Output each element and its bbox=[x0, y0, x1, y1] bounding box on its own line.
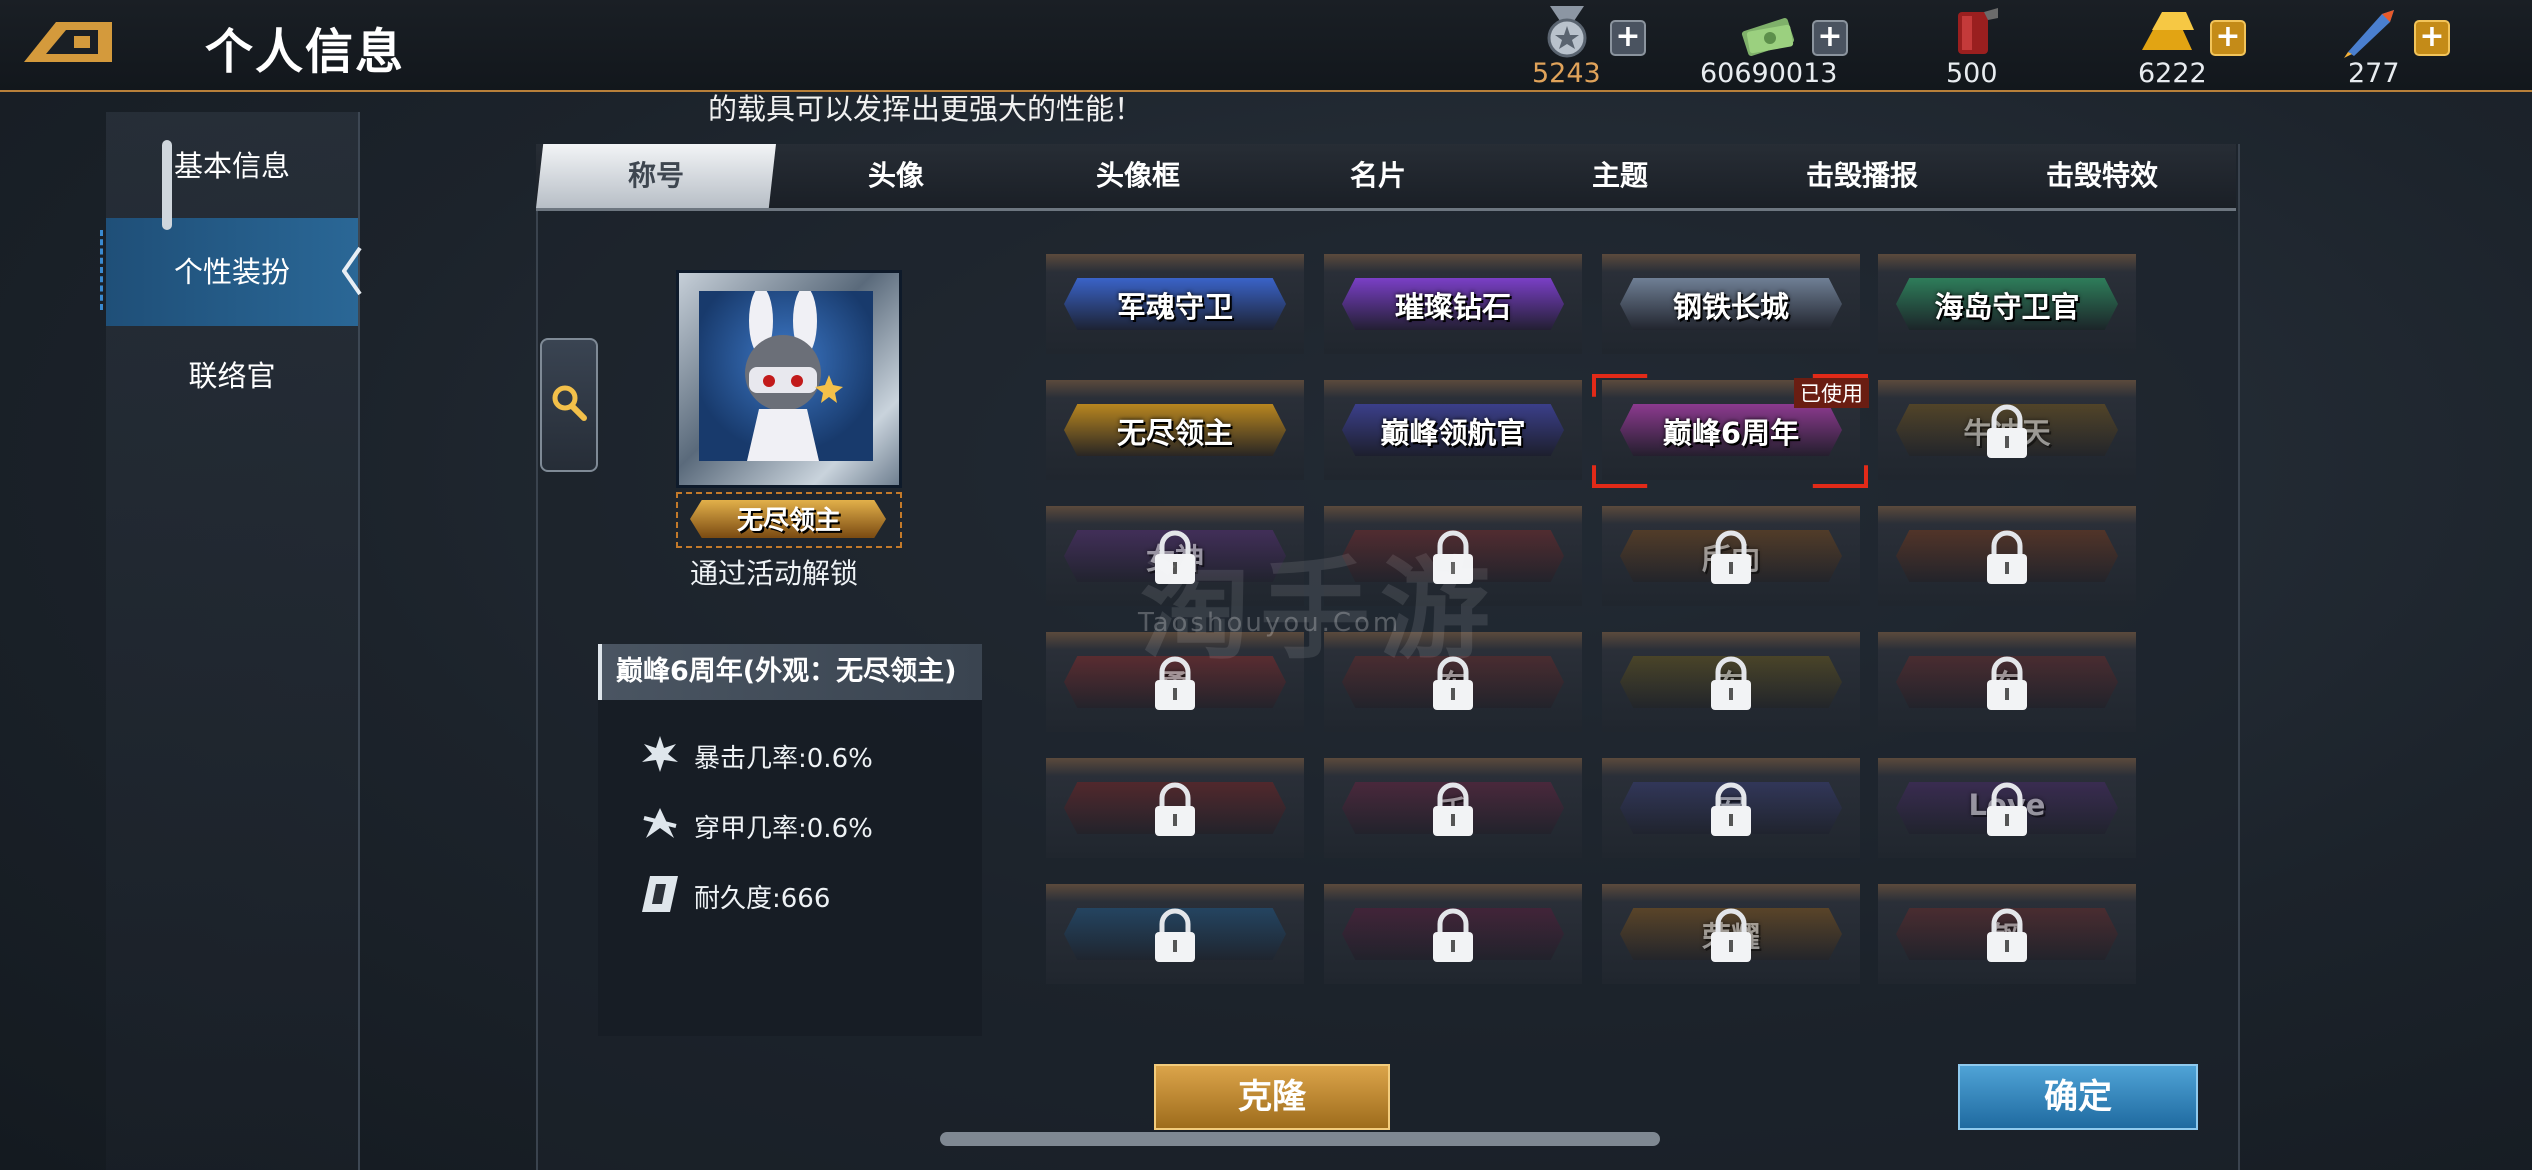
lock-icon bbox=[1987, 782, 2027, 836]
tab-name-card[interactable]: 名片 bbox=[1258, 144, 1498, 208]
sidebar-active-arrow-icon bbox=[342, 246, 362, 296]
stat-pierce-text: 穿甲几率:0.6% bbox=[694, 814, 873, 844]
title-cell[interactable] bbox=[1878, 506, 2136, 606]
sidebar-scrollbar[interactable] bbox=[162, 140, 172, 230]
lock-icon bbox=[1155, 782, 1195, 836]
horizontal-scrollbar[interactable] bbox=[940, 1132, 1660, 1146]
lock-icon bbox=[1433, 908, 1473, 962]
magnifier-icon bbox=[552, 385, 587, 421]
lock-icon bbox=[1711, 656, 1751, 710]
watermark: 淘手游 bbox=[1140, 546, 1500, 674]
lock-icon bbox=[1987, 656, 2027, 710]
stat-crit-text: 暴击几率:0.6% bbox=[694, 744, 873, 774]
tab-avatar[interactable]: 头像 bbox=[776, 144, 1016, 208]
gold-plus-button[interactable]: + bbox=[2210, 20, 2246, 56]
fuel-value: 500 bbox=[1946, 58, 1998, 89]
used-label: 已使用 bbox=[1794, 378, 1869, 408]
scrolling-notice: 的载具可以发挥出更强大的性能！ bbox=[708, 92, 1144, 126]
sidebar: 基本信息 个性装扮 联络官 bbox=[106, 112, 360, 1170]
confirm-button[interactable]: 确定 bbox=[1958, 1064, 2198, 1130]
back-icon[interactable] bbox=[16, 14, 116, 70]
selected-title-badge: 无尽领主 bbox=[676, 492, 902, 548]
rocket-value: 277 bbox=[2348, 58, 2400, 89]
badge-text: 无尽领主 bbox=[736, 506, 841, 536]
title-cell[interactable] bbox=[1046, 758, 1304, 858]
lock-icon bbox=[1987, 530, 2027, 584]
title-text: 无尽领主 bbox=[1116, 416, 1233, 450]
pierce-icon bbox=[643, 808, 677, 838]
stat-durability-text: 耐久度:666 bbox=[694, 884, 831, 914]
title-text: 璀璨钻石 bbox=[1394, 290, 1511, 324]
avatar bbox=[699, 287, 873, 461]
title-cell[interactable] bbox=[1046, 884, 1304, 984]
medal-plus-button[interactable]: + bbox=[1610, 20, 1646, 56]
lock-icon bbox=[1155, 908, 1195, 962]
title-cell[interactable]: 钢 bbox=[1878, 884, 2136, 984]
top-bar: 个人信息 + 5243 + 60690013 500 + 6222 + 277 bbox=[0, 0, 2532, 92]
clone-button[interactable]: 克隆 bbox=[1154, 1064, 1390, 1130]
cash-icon bbox=[1741, 18, 1795, 56]
tab-kill-broadcast[interactable]: 击毁播报 bbox=[1742, 144, 1982, 208]
sidebar-item-liaison[interactable]: 联络官 bbox=[106, 322, 358, 430]
cash-plus-button[interactable]: + bbox=[1812, 20, 1848, 56]
gold-value: 6222 bbox=[2138, 58, 2207, 89]
watermark-sub: Taoshouyou.Com bbox=[1138, 608, 1402, 638]
sidebar-item-basic-info[interactable]: 基本信息 bbox=[106, 112, 358, 220]
sidebar-item-personalization[interactable]: 个性装扮 bbox=[106, 218, 358, 326]
sidebar-selection-line bbox=[100, 230, 107, 310]
lock-icon bbox=[1711, 530, 1751, 584]
title-cell[interactable]: 千 bbox=[1324, 758, 1582, 858]
title-text: 钢铁长城 bbox=[1672, 290, 1789, 324]
crit-icon bbox=[642, 736, 678, 772]
title-cell[interactable]: 所向 bbox=[1602, 506, 1860, 606]
stat-title: 巅峰6周年(外观：无尽领主) bbox=[598, 644, 982, 700]
gold-bar-icon bbox=[2142, 12, 2194, 50]
title-cell[interactable] bbox=[1324, 884, 1582, 984]
title-cell[interactable]: 无尽领主 bbox=[1046, 380, 1304, 480]
lock-icon bbox=[1711, 782, 1751, 836]
durability-icon bbox=[642, 876, 678, 912]
lock-icon bbox=[1987, 908, 2027, 962]
title-cell[interactable]: Love bbox=[1878, 758, 2136, 858]
title-text: 巅峰领航官 bbox=[1380, 416, 1526, 450]
title-cell[interactable]: 牛冲天 bbox=[1878, 380, 2136, 480]
rocket-plus-button[interactable]: + bbox=[2414, 20, 2450, 56]
title-cell[interactable]: 钢铁长城 bbox=[1602, 254, 1860, 354]
title-cell[interactable]: 璀璨钻石 bbox=[1324, 254, 1582, 354]
medal-icon bbox=[1547, 6, 1587, 58]
lock-icon bbox=[1433, 782, 1473, 836]
cash-value: 60690013 bbox=[1700, 58, 1838, 89]
rabbit-soldier-icon bbox=[745, 287, 843, 461]
fuel-can-icon bbox=[1958, 8, 1998, 54]
search-button[interactable] bbox=[540, 338, 598, 472]
title-cell[interactable]: 海岛守卫官 bbox=[1878, 254, 2136, 354]
unlock-method-text: 通过活动解锁 bbox=[690, 557, 859, 590]
lock-icon bbox=[1987, 404, 2027, 458]
title-text: 海岛守卫官 bbox=[1934, 290, 2080, 324]
medal-value: 5243 bbox=[1532, 58, 1601, 89]
title-cell[interactable]: 军魂守卫 bbox=[1046, 254, 1304, 354]
title-cell[interactable]: 巅峰领航官 bbox=[1324, 380, 1582, 480]
title-cell[interactable]: 东 bbox=[1878, 632, 2136, 732]
tab-bar: 称号 头像 头像框 名片 主题 击毁播报 击毁特效 bbox=[536, 144, 2236, 211]
tab-avatar-frame[interactable]: 头像框 bbox=[1018, 144, 1258, 208]
tab-title[interactable]: 称号 bbox=[536, 144, 776, 208]
avatar-frame bbox=[676, 270, 902, 488]
lock-icon bbox=[1711, 908, 1751, 962]
tab-theme[interactable]: 主题 bbox=[1500, 144, 1740, 208]
page-title: 个人信息 bbox=[205, 24, 406, 80]
title-cell[interactable]: 荣耀 bbox=[1602, 884, 1860, 984]
tab-kill-effect[interactable]: 击毁特效 bbox=[1982, 144, 2222, 208]
rocket-icon bbox=[2344, 10, 2394, 58]
title-text: 军魂守卫 bbox=[1116, 290, 1233, 324]
title-cell[interactable]: 军 bbox=[1602, 758, 1860, 858]
title-cell[interactable]: 东 bbox=[1602, 632, 1860, 732]
